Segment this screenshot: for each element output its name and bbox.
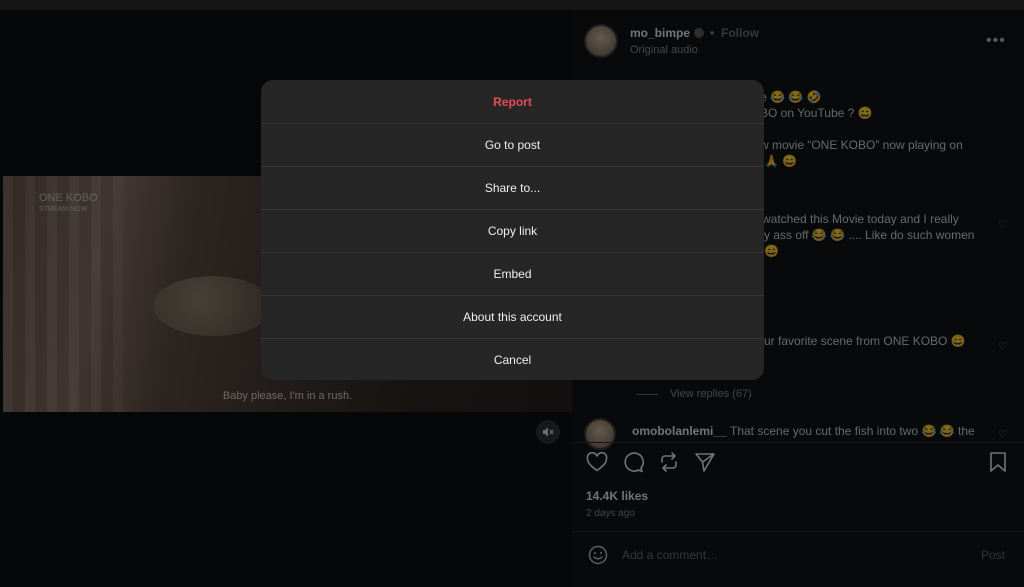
post-options-menu: Report Go to post Share to... Copy link … (261, 80, 764, 380)
menu-share-to[interactable]: Share to... (261, 166, 764, 209)
menu-embed[interactable]: Embed (261, 252, 764, 295)
menu-go-to-post[interactable]: Go to post (261, 123, 764, 166)
menu-about-account[interactable]: About this account (261, 295, 764, 338)
menu-cancel[interactable]: Cancel (261, 338, 764, 380)
menu-copy-link[interactable]: Copy link (261, 209, 764, 252)
menu-report[interactable]: Report (261, 80, 764, 123)
